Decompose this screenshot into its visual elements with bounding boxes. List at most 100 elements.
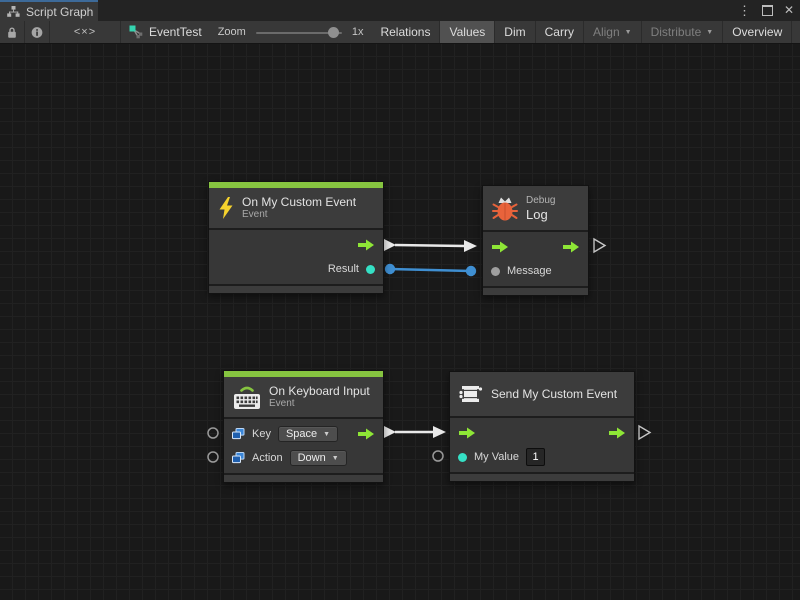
port-row-key: Key Space ▼ (224, 422, 383, 446)
button-label: Overview (732, 25, 782, 39)
port-row-control-out (209, 233, 383, 257)
node-footer (209, 286, 383, 293)
zoom-control: Zoom 1x (210, 21, 372, 43)
message-port-label: Message (507, 265, 552, 277)
node-category: Debug (526, 195, 555, 207)
action-port-label: Action (252, 452, 283, 464)
message-value-port[interactable] (491, 267, 500, 276)
code-view-button[interactable]: <×> (50, 21, 121, 43)
port-row-control (483, 235, 588, 259)
window-maximize-icon[interactable] (762, 5, 773, 16)
node-footer (450, 474, 634, 481)
unconnected-control-output-debug-log[interactable] (594, 239, 605, 252)
zoom-value: 1x (352, 26, 364, 38)
wires-layer (0, 44, 800, 600)
button-label: Relations (380, 25, 430, 39)
graph-canvas[interactable]: On My Custom Event Event Result (0, 44, 800, 600)
port-row-result: Result (209, 257, 383, 281)
graph-toolbar: <×> EventTest Zoom 1x Relations Values D… (0, 21, 800, 44)
zoom-label: Zoom (218, 26, 246, 38)
port-row-control (450, 421, 634, 445)
unconnected-value-input-my-value[interactable] (433, 451, 443, 461)
node-on-my-custom-event[interactable]: On My Custom Event Event Result (208, 181, 384, 294)
toolbar-button-dim[interactable]: Dim (495, 21, 535, 43)
port-row-my-value: My Value 1 (450, 445, 634, 469)
control-output-port-icon[interactable] (357, 239, 375, 251)
result-value-port[interactable] (366, 265, 375, 274)
node-body: My Value 1 (450, 416, 634, 474)
toolbar-button-relations[interactable]: Relations (371, 21, 440, 43)
zoom-slider[interactable] (256, 21, 342, 44)
my-value-port-label: My Value (474, 451, 519, 463)
unconnected-value-input-key[interactable] (208, 428, 218, 438)
key-port-label: Key (252, 428, 271, 440)
chevron-down-icon: ▼ (332, 455, 339, 462)
info-icon (31, 26, 43, 39)
action-dropdown[interactable]: Down ▼ (290, 450, 347, 466)
toolbar-button-values[interactable]: Values (440, 21, 495, 43)
node-body: Message (483, 230, 588, 288)
action-dropdown-value: Down (298, 452, 326, 464)
unconnected-value-input-action[interactable] (208, 452, 218, 462)
node-subtitle: Event (242, 209, 356, 221)
toolbar-button-fullscreen[interactable]: Full Screen (792, 21, 800, 43)
key-dropdown-value: Space (286, 428, 317, 440)
node-send-my-custom-event[interactable]: Send My Custom Event My Value 1 (449, 371, 635, 482)
tab-title: Script Graph (26, 5, 93, 19)
info-button[interactable] (25, 21, 50, 43)
zoom-slider-handle[interactable] (328, 27, 339, 38)
bug-icon (492, 195, 518, 222)
window-close-icon[interactable]: ✕ (784, 0, 794, 21)
control-output-port-icon[interactable] (357, 428, 375, 440)
toolbar-button-align[interactable]: Align ▼ (584, 21, 642, 43)
control-output-port-icon[interactable] (608, 427, 626, 439)
wire-value-result-to-message[interactable] (385, 264, 476, 276)
code-view-icon: <×> (74, 26, 96, 38)
node-subtitle: Event (269, 398, 370, 410)
button-label: Carry (545, 25, 574, 39)
graph-breadcrumb[interactable]: EventTest (121, 21, 210, 43)
button-label: Dim (504, 25, 525, 39)
keyboard-icon (233, 384, 261, 410)
window-menu-icon[interactable]: ⋮ (738, 0, 751, 21)
chevron-down-icon: ▼ (323, 431, 330, 438)
toolbar-button-overview[interactable]: Overview (723, 21, 792, 43)
node-debug-log[interactable]: Debug Log Message (482, 185, 589, 296)
button-label: Values (449, 25, 485, 39)
node-body: Result (209, 228, 383, 286)
graph-hierarchy-icon (7, 6, 20, 17)
lock-icon (6, 26, 18, 39)
toolbar-button-distribute[interactable]: Distribute ▼ (642, 21, 724, 43)
graph-asset-icon (129, 25, 143, 39)
node-header: On My Custom Event Event (209, 188, 383, 228)
control-input-port-icon[interactable] (458, 427, 476, 439)
node-title: On Keyboard Input (269, 384, 370, 398)
button-label: Distribute (651, 25, 702, 39)
node-footer (224, 475, 383, 482)
node-body: Key Space ▼ Action Down (224, 417, 383, 475)
lock-button[interactable] (0, 21, 25, 43)
wire-control-keyboard-to-send[interactable] (384, 426, 446, 438)
wire-control-custom-event-to-log[interactable] (384, 239, 477, 252)
unconnected-control-output-send-event[interactable] (639, 426, 650, 439)
button-label: Align (593, 25, 620, 39)
enum-type-icon (232, 428, 245, 440)
result-port-label: Result (328, 263, 359, 275)
node-title: On My Custom Event (242, 195, 356, 209)
tab-script-graph[interactable]: Script Graph (0, 0, 98, 21)
key-dropdown[interactable]: Space ▼ (278, 426, 338, 442)
chevron-down-icon: ▼ (706, 29, 713, 36)
toolbar-button-carry[interactable]: Carry (536, 21, 584, 43)
node-on-keyboard-input[interactable]: On Keyboard Input Event Key Space ▼ (223, 370, 384, 483)
port-row-message: Message (483, 259, 588, 283)
my-value-port[interactable] (458, 453, 467, 462)
control-input-port-icon[interactable] (491, 241, 509, 253)
node-header: Debug Log (483, 186, 588, 230)
node-title: Log (526, 207, 555, 222)
node-title: Send My Custom Event (491, 387, 617, 401)
node-footer (483, 288, 588, 295)
control-output-port-icon[interactable] (562, 241, 580, 253)
lightning-bolt-icon (218, 197, 234, 219)
node-header: On Keyboard Input Event (224, 377, 383, 417)
my-value-input[interactable]: 1 (526, 448, 545, 466)
